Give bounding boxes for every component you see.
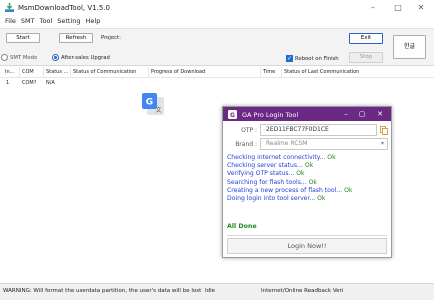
status-state: Idle <box>205 288 216 294</box>
reboot-label: Reboot on Finish <box>295 56 339 62</box>
log-line: Checking internet connectivity... Ok <box>227 154 336 161</box>
google-translate-icon[interactable]: G 文 <box>141 92 165 116</box>
toolbar: Start Refresh Project: Exit Stop 한글 SMT … <box>0 28 434 66</box>
menu-file[interactable]: File <box>5 16 16 27</box>
otp-label: OTP : <box>241 127 257 134</box>
column-com[interactable]: COM <box>22 69 34 75</box>
column-divider[interactable] <box>281 67 282 78</box>
dialog-titlebar[interactable]: G GA Pro Login Tool – ▢ ✕ <box>223 107 391 121</box>
close-button[interactable]: ✕ <box>414 2 428 14</box>
column-divider[interactable] <box>19 67 20 78</box>
menu-setting[interactable]: Setting <box>57 16 80 27</box>
reboot-checkbox[interactable]: ✓ <box>286 55 293 62</box>
smt-mode-radio[interactable] <box>1 54 8 61</box>
minimize-button[interactable]: – <box>366 2 380 14</box>
column-status-of-communication[interactable]: Status of Communication <box>73 69 136 75</box>
otp-field[interactable]: 2ED11FBC77F0D1CE <box>260 124 377 136</box>
exit-button[interactable]: Exit <box>349 33 383 44</box>
status-mode: Internet/Online Readback Veri <box>261 288 344 294</box>
brand-label: Brand : <box>235 141 257 148</box>
after-sales-upgrade-label: After-sales Upgrad <box>61 55 110 61</box>
table-row[interactable]: 1 COM? N/A <box>0 79 434 88</box>
device-grid-header: In... COM Status ... Status of Communica… <box>0 67 434 78</box>
dialog-title: GA Pro Login Tool <box>242 110 299 119</box>
login-now-button[interactable]: Login Now!! <box>227 238 387 254</box>
log-line: Checking server status... Ok <box>227 162 314 170</box>
menu-bar: File SMT Tool Setting Help <box>0 16 434 27</box>
divider <box>227 235 387 236</box>
dialog-app-icon: G <box>228 110 237 119</box>
column-progress-of-download[interactable]: Progress of Download <box>151 69 205 75</box>
app-icon <box>5 3 14 12</box>
log-line: Verifying OTP status... Ok <box>227 170 305 178</box>
after-sales-upgrade-radio[interactable] <box>52 54 59 61</box>
window-title: MsmDownloadTool, V1.5.0 <box>18 4 110 12</box>
dialog-close-button[interactable]: ✕ <box>374 108 386 120</box>
chevron-down-icon: ▾ <box>380 140 384 147</box>
start-button[interactable]: Start <box>6 33 40 43</box>
column-status[interactable]: Status ... <box>46 69 68 75</box>
status-warning: WARNING: Will format the userdata partit… <box>3 288 202 294</box>
dialog-minimize-button[interactable]: – <box>340 108 352 120</box>
maximize-button[interactable]: □ <box>391 2 405 14</box>
login-tool-dialog: G GA Pro Login Tool – ▢ ✕ OTP : 2ED11FBC… <box>222 106 392 258</box>
menu-smt[interactable]: SMT <box>21 16 35 27</box>
window-titlebar: MsmDownloadTool, V1.5.0 – □ ✕ <box>0 0 434 16</box>
column-time[interactable]: Time <box>263 69 275 75</box>
column-divider[interactable] <box>260 67 261 78</box>
all-done-text: All Done <box>227 223 257 230</box>
row-index: 1 <box>6 80 10 86</box>
log-line: Searching for flash tools... Ok <box>227 178 317 186</box>
log-line: Doing login into tool server... Ok <box>227 195 326 203</box>
svg-text:G: G <box>230 112 235 119</box>
column-divider[interactable] <box>148 67 149 78</box>
row-com: COM? <box>22 80 37 86</box>
stop-button[interactable]: Stop <box>349 52 383 63</box>
language-button[interactable]: 한글 <box>393 35 426 59</box>
column-status-of-last-communication[interactable]: Status of Last Communication <box>284 69 359 75</box>
status-bar: WARNING: Will format the userdata partit… <box>0 283 434 300</box>
column-divider[interactable] <box>43 67 44 78</box>
svg-text:G: G <box>146 98 153 108</box>
menu-help[interactable]: Help <box>86 16 101 27</box>
column-index[interactable]: In... <box>5 69 14 75</box>
column-divider[interactable] <box>70 67 71 78</box>
dialog-maximize-button[interactable]: ▢ <box>356 108 368 120</box>
copy-icon[interactable] <box>380 126 388 135</box>
menu-tool[interactable]: Tool <box>40 16 53 27</box>
brand-value: Realme RCSM <box>266 140 308 147</box>
smt-mode-label: SMT Mode <box>10 55 38 61</box>
brand-select[interactable]: Realme RCSM ▾ <box>260 138 388 150</box>
log-line: Creating a new process of flash tool... … <box>227 186 353 194</box>
project-label: Project: <box>101 35 121 41</box>
svg-text:文: 文 <box>155 106 161 114</box>
refresh-button[interactable]: Refresh <box>59 33 93 43</box>
row-status: N/A <box>46 80 55 86</box>
progress-log: Checking internet connectivity... Ok Che… <box>227 154 387 203</box>
